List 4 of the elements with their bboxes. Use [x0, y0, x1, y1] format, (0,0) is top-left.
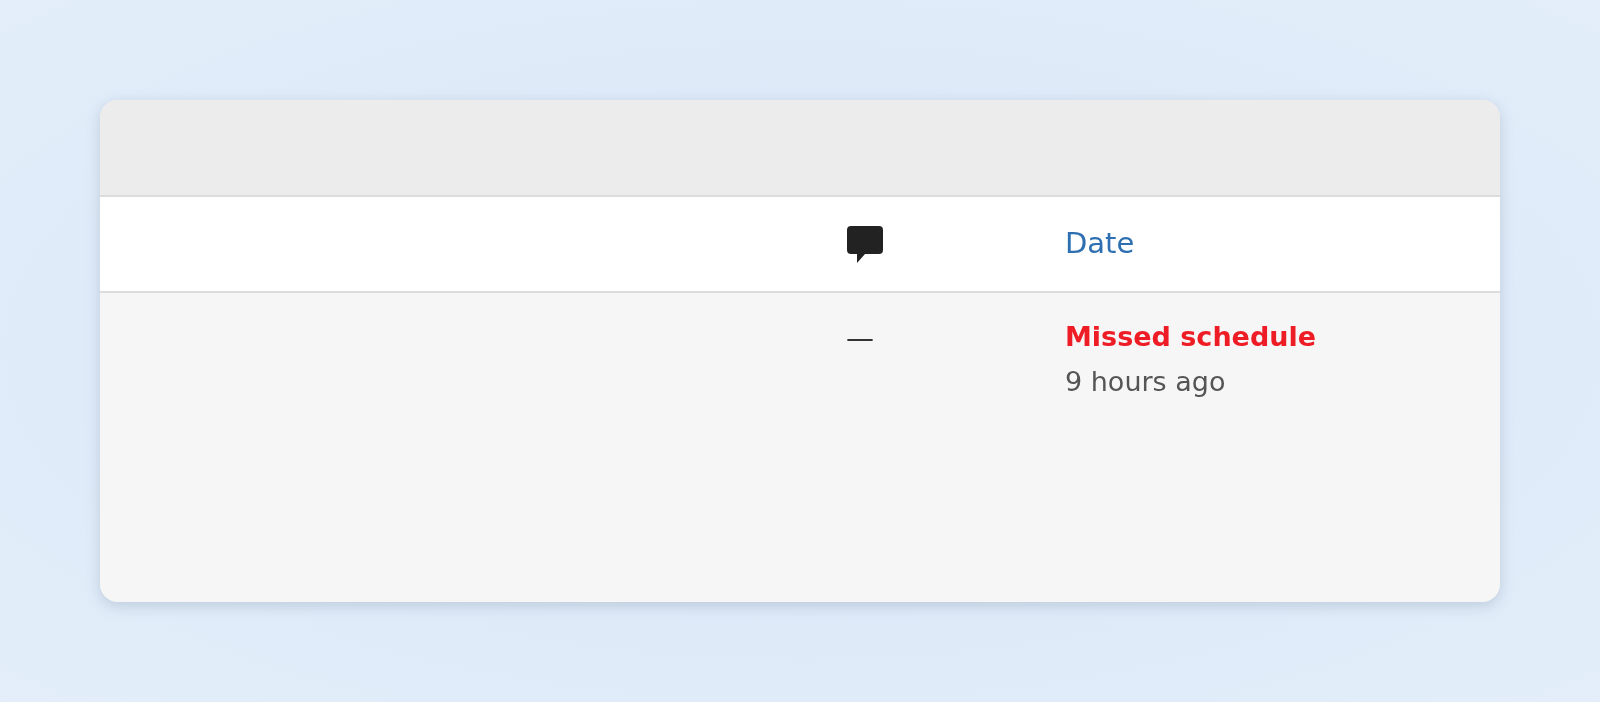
time-text: 9 hours ago [1065, 364, 1227, 399]
date-column-link[interactable]: Date [1065, 226, 1135, 261]
status-text: Missed schedule [1065, 320, 1317, 354]
comment-count: — [846, 322, 874, 355]
